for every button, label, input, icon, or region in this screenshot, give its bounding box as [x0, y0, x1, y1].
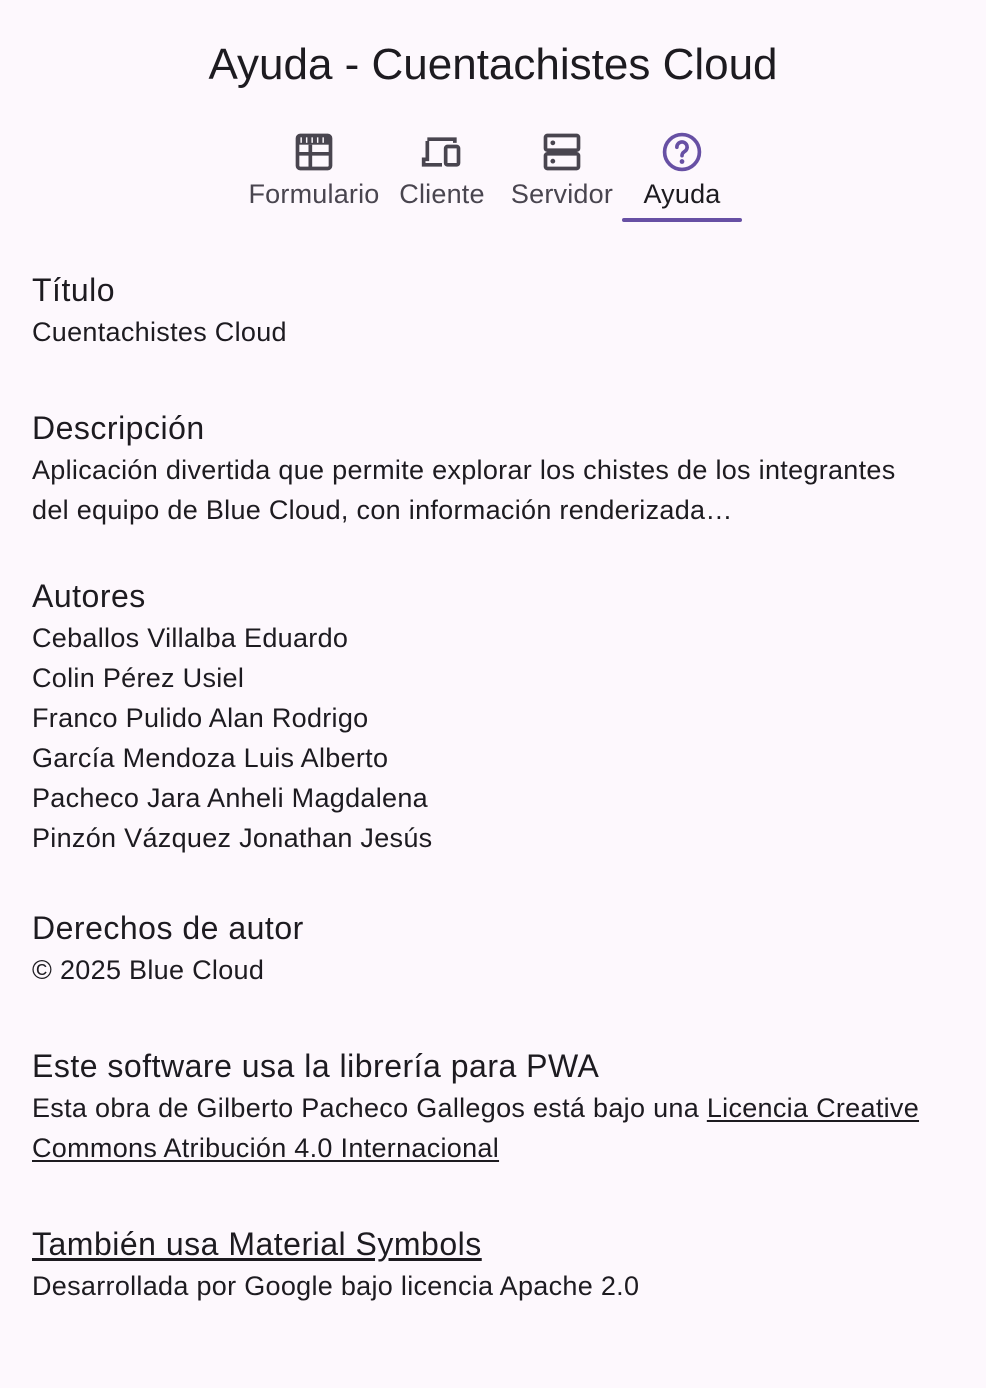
devices-icon	[418, 128, 466, 176]
tab-servidor[interactable]: Servidor	[506, 126, 618, 222]
material-symbols-link[interactable]: También usa Material Symbols	[32, 1226, 482, 1262]
help-content: Título Cuentachistes Cloud Descripción A…	[32, 268, 932, 1306]
active-tab-indicator	[622, 218, 742, 222]
section-derechos: Derechos de autor © 2025 Blue Cloud	[32, 906, 932, 990]
tab-servidor-label: Servidor	[510, 179, 614, 209]
table-form-icon	[290, 128, 338, 176]
author-name: Colin Pérez Usiel	[32, 663, 245, 693]
dns-server-icon	[538, 128, 586, 176]
material-license-text: Desarrollada por Google bajo licencia Ap…	[32, 1271, 640, 1301]
section-titulo: Título Cuentachistes Cloud	[32, 268, 932, 352]
page-title: Ayuda - Cuentachistes Cloud	[208, 40, 778, 89]
tab-formulario-label: Formulario	[248, 179, 380, 209]
section-descripcion: Descripción Aplicación divertida que per…	[32, 406, 932, 530]
derechos-value: © 2025 Blue Cloud	[32, 955, 265, 985]
derechos-heading: Derechos de autor	[32, 910, 304, 946]
section-material: También usa Material Symbols Desarrollad…	[32, 1222, 932, 1306]
help-circle-icon	[658, 128, 706, 176]
titulo-value: Cuentachistes Cloud	[32, 317, 287, 347]
descripcion-value: Aplicación divertida que permite explora…	[32, 455, 896, 525]
author-name: Ceballos Villalba Eduardo	[32, 623, 349, 653]
pwa-license-prefix: Esta obra de Gilberto Pacheco Gallegos e…	[32, 1093, 707, 1123]
tab-formulario[interactable]: Formulario	[244, 126, 384, 222]
pwa-heading: Este software usa la librería para PWA	[32, 1048, 600, 1084]
section-autores: Autores Ceballos Villalba Eduardo Colin …	[32, 574, 932, 858]
author-name: Pacheco Jara Anheli Magdalena	[32, 783, 428, 813]
author-name: García Mendoza Luis Alberto	[32, 743, 389, 773]
autores-heading: Autores	[32, 578, 146, 614]
tab-ayuda-label: Ayuda	[643, 179, 721, 209]
tab-bar: Formulario Cliente Servidor Ayuda	[0, 126, 986, 222]
author-name: Franco Pulido Alan Rodrigo	[32, 703, 369, 733]
section-pwa: Este software usa la librería para PWA E…	[32, 1044, 932, 1168]
author-name: Pinzón Vázquez Jonathan Jesús	[32, 823, 433, 853]
pwa-license-text: Esta obra de Gilberto Pacheco Gallegos e…	[32, 1088, 932, 1168]
tab-ayuda[interactable]: Ayuda	[622, 126, 742, 222]
tab-cliente[interactable]: Cliente	[396, 126, 488, 222]
titulo-heading: Título	[32, 272, 116, 308]
descripcion-heading: Descripción	[32, 410, 205, 446]
tab-cliente-label: Cliente	[399, 179, 485, 209]
